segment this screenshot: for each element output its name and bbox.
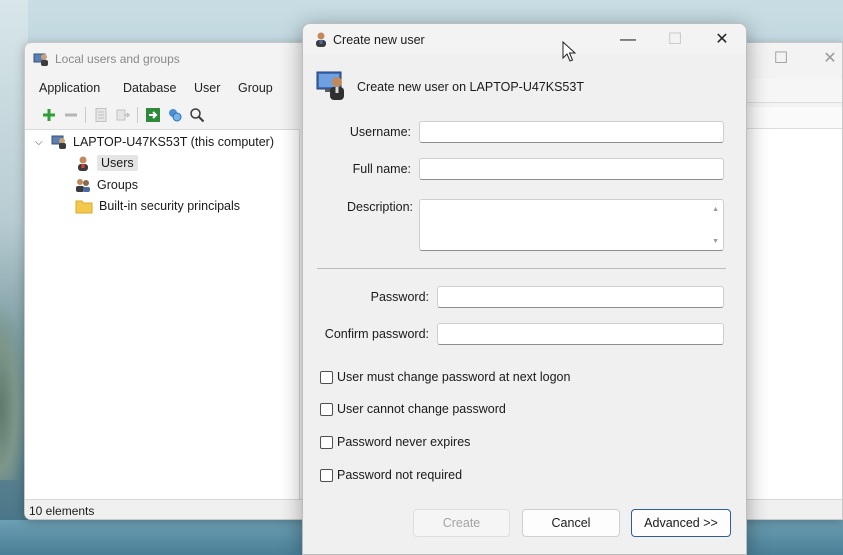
menu-group[interactable]: Group [238,77,273,99]
dialog-heading: Create new user on LAPTOP-U47KS53T [357,80,584,94]
menu-database[interactable]: Database [123,77,177,99]
option-cannot-change[interactable]: User cannot change password [320,400,506,418]
option-label: User cannot change password [337,402,506,416]
user-icon [75,155,91,171]
checkbox[interactable] [320,435,333,449]
group-icon [75,177,91,193]
chevron-down-icon[interactable]: ⌵ [35,137,45,148]
scroll-up-icon[interactable]: ▲ [712,206,719,213]
tree-root-label: LAPTOP-U47KS53T (this computer) [73,135,275,149]
description-label: Description: [347,200,413,214]
maximize-button[interactable]: ☐ [758,47,804,71]
status-count: 10 elements [29,504,95,518]
checkbox[interactable] [320,402,333,416]
checkbox[interactable] [320,468,333,482]
scroll-down-icon[interactable]: ▼ [712,238,719,245]
right-header [741,79,842,103]
fullname-label: Full name: [352,162,411,176]
description-textarea[interactable]: ▲ ▼ [419,199,724,251]
fullname-input[interactable] [419,158,724,180]
dialog-minimize-button[interactable]: — [605,27,651,53]
tree-item-users[interactable]: Users [75,153,138,173]
computer-icon [51,134,67,150]
run-icon[interactable] [143,105,163,125]
cancel-button[interactable]: Cancel [522,509,620,537]
option-label: Password never expires [337,435,471,449]
create-user-dialog: Create new user — ☐ ✕ Create new user on… [302,23,747,555]
password-label: Password: [370,290,429,304]
dialog-divider [317,268,726,269]
tree-item-groups[interactable]: Groups [75,175,138,195]
toolbar-separator [85,107,86,123]
users-app-icon [33,51,49,67]
add-icon[interactable] [39,105,59,125]
new-user-icon [315,68,349,102]
option-not-required[interactable]: Password not required [320,466,462,484]
username-label: Username: [349,125,411,139]
tree-item-builtin-label: Built-in security principals [99,199,241,213]
search-icon[interactable] [187,105,207,125]
option-never-expires[interactable]: Password never expires [320,433,470,451]
mouse-cursor-icon [562,40,577,63]
option-must-change[interactable]: User must change password at next logon [320,368,570,386]
tree-root[interactable]: ⌵ LAPTOP-U47KS53T (this computer) [35,132,274,152]
user-icon [313,31,329,47]
confirm-password-label: Confirm password: [324,327,429,341]
dialog-title: Create new user [333,33,425,47]
dialog-titlebar[interactable]: Create new user — ☐ ✕ [303,24,746,54]
right-column-header [741,107,842,129]
confirm-password-input[interactable] [437,323,724,345]
advanced-button[interactable]: Advanced >> [631,509,731,537]
close-button[interactable]: ✕ [807,47,842,71]
remove-icon[interactable] [61,105,81,125]
menu-user[interactable]: User [194,77,220,99]
tree-item-users-label: Users [97,155,138,171]
toolbar-separator [137,107,138,123]
main-window-title: Local users and groups [55,52,180,66]
option-label: Password not required [337,468,463,482]
properties-icon[interactable] [91,105,111,125]
tree-panel: ⌵ LAPTOP-U47KS53T (this computer) Users … [25,129,300,499]
checkbox[interactable] [320,370,333,384]
export-icon[interactable] [113,105,133,125]
menu-application[interactable]: Application [39,77,100,99]
option-label: User must change password at next logon [337,370,571,384]
user-list-pane[interactable] [741,129,842,499]
tree-item-builtin[interactable]: Built-in security principals [75,196,240,216]
dialog-close-button[interactable]: ✕ [699,27,745,53]
dialog-maximize-button: ☐ [667,31,683,48]
folder-icon [75,198,93,214]
refresh-icon[interactable] [165,105,185,125]
password-input[interactable] [437,286,724,308]
create-button[interactable]: Create [413,509,510,537]
username-input[interactable] [419,121,724,143]
tree-item-groups-label: Groups [97,178,138,192]
